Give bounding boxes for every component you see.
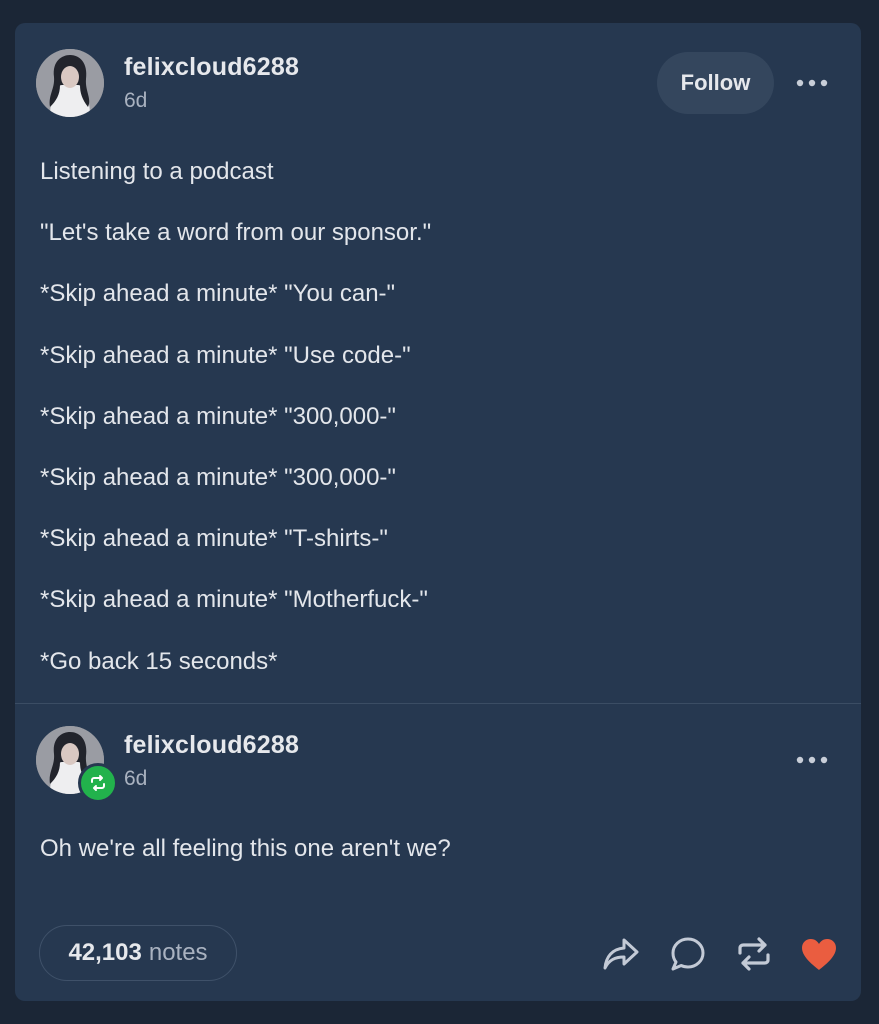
ellipsis-icon (796, 79, 828, 87)
post-text-line: *Go back 15 seconds* (40, 647, 278, 675)
notes-count: 42,103 (68, 939, 142, 966)
reply-icon (671, 937, 705, 971)
post-divider (15, 703, 861, 704)
heart-icon (802, 939, 836, 970)
post-body: Listening to a podcast "Let's take a wor… (40, 153, 830, 704)
post-timestamp[interactable]: 6d (124, 89, 147, 113)
post-text-line: Listening to a podcast (40, 158, 274, 185)
post-text-line: *Skip ahead a minute* "Motherfuck-" (40, 586, 428, 614)
post-text-line: *Skip ahead a minute* "You can-" (40, 280, 396, 308)
reply-button[interactable] (667, 933, 709, 975)
reblog-icon (91, 775, 105, 791)
share-button[interactable] (600, 933, 642, 975)
reblog-badge (78, 763, 118, 803)
author-avatar[interactable] (36, 49, 104, 117)
reblog-more-options-button[interactable] (792, 745, 832, 775)
post-text-line: *Skip ahead a minute* "T-shirts-" (40, 525, 388, 553)
post-card: felixcloud6288 6d Follow Listening to a … (15, 23, 861, 1001)
ellipsis-icon (796, 756, 828, 764)
reblog-timestamp[interactable]: 6d (124, 767, 147, 791)
reblog-button[interactable] (733, 933, 775, 975)
reblog-comment: Oh we're all feeling this one aren't we? (40, 835, 451, 862)
post-text-line: *Skip ahead a minute* "Use code-" (40, 341, 411, 369)
follow-button[interactable]: Follow (657, 52, 774, 114)
post-text-line: "Let's take a word from our sponsor." (40, 219, 432, 247)
reblogger-username[interactable]: felixcloud6288 (124, 731, 299, 760)
like-button[interactable] (798, 933, 840, 975)
author-username[interactable]: felixcloud6288 (124, 53, 299, 82)
post-more-options-button[interactable] (792, 68, 832, 98)
notes-label: notes (148, 939, 208, 966)
reblog-icon (738, 937, 770, 971)
notes-button[interactable]: 42,103 notes (39, 925, 237, 981)
share-icon (603, 938, 639, 970)
post-text-line: *Skip ahead a minute* "300,000-" (40, 463, 396, 491)
post-text-line: *Skip ahead a minute* "300,000-" (40, 402, 396, 430)
